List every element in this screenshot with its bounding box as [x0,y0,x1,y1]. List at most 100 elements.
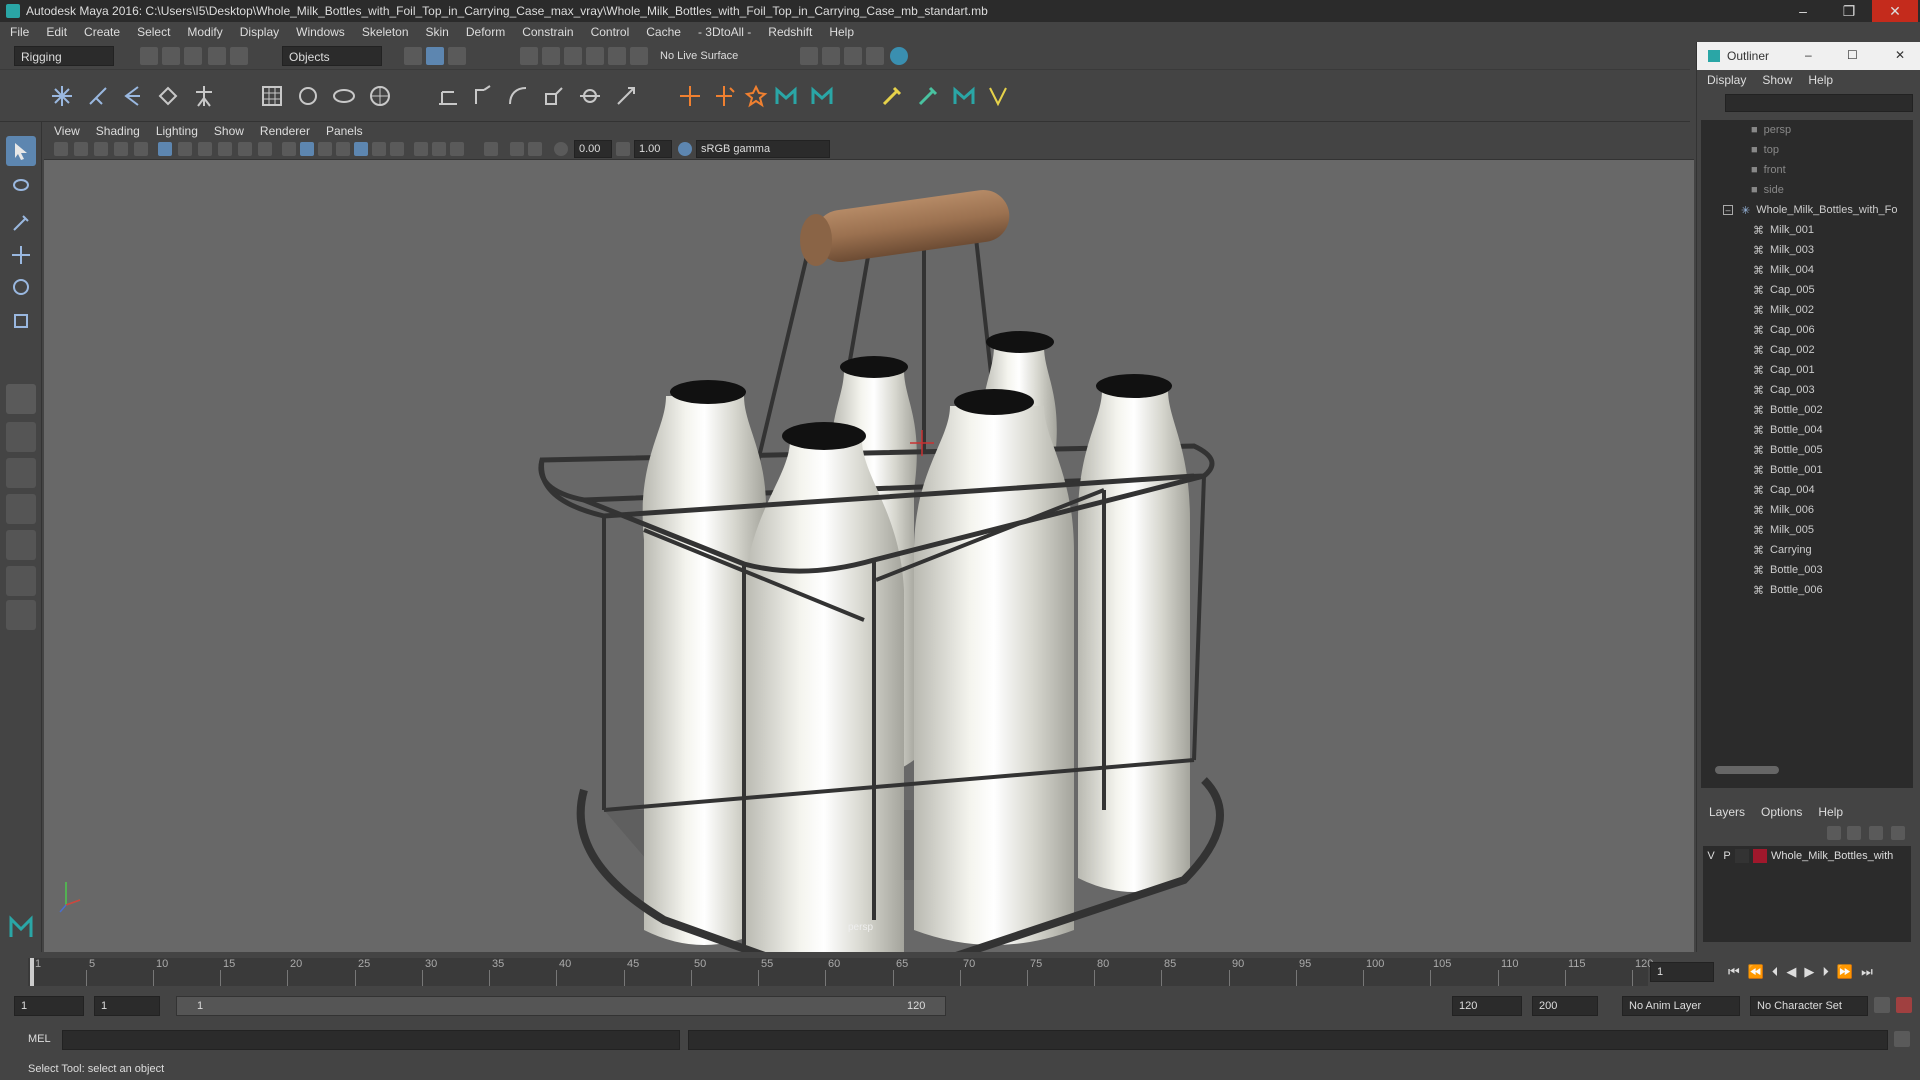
maya-m3-icon[interactable] [950,82,978,110]
outliner-tree[interactable]: ■ persp ■ top ■ front ■ side – ✳ Whole_Milk_Bo… [1701,120,1913,788]
gamma-icon[interactable] [528,142,542,156]
vp-menu-view[interactable]: View [54,124,80,138]
current-frame-field[interactable]: 1 [1650,962,1714,982]
paint-select-icon[interactable] [6,208,36,238]
open-scene-icon[interactable] [162,47,180,65]
gate-mask-icon[interactable] [218,142,232,156]
outliner-item[interactable]: ⌘ Cap_006 [1701,320,1909,340]
current-time-marker[interactable] [30,958,34,986]
auto-key-icon[interactable] [1874,997,1890,1013]
maya-m2-icon[interactable] [808,82,836,110]
select-by-object-icon[interactable] [426,47,444,65]
menu-cache[interactable]: Cache [646,25,681,39]
maximize-button[interactable]: ❐ [1826,0,1872,22]
camera-row[interactable]: ■ front [1701,160,1909,180]
outliner-search-input[interactable] [1725,94,1913,112]
select-tool-icon[interactable] [6,136,36,166]
group-row[interactable]: – ✳ Whole_Milk_Bottles_with_Fo [1701,200,1909,220]
outliner-hscrollbar[interactable] [1715,766,1779,774]
snap-point-icon[interactable] [564,47,582,65]
persp-uv-icon[interactable] [6,566,36,596]
resolution-gate-icon[interactable] [198,142,212,156]
menu-edit[interactable]: Edit [46,25,67,39]
rotate-tool-icon[interactable] [6,272,36,302]
menu-file[interactable]: File [10,25,29,39]
live-surface-label[interactable]: No Live Surface [660,50,738,62]
step-forward-key-icon[interactable]: ⏩ [1837,964,1853,980]
gamma-field[interactable]: 1.00 [634,140,672,158]
range-slider[interactable]: 1 120 [176,996,946,1016]
menu-select[interactable]: Select [137,25,170,39]
shadows-icon[interactable] [372,142,386,156]
v-tool-icon[interactable] [984,82,1012,110]
outliner-menu-show[interactable]: Show [1762,73,1792,87]
playback-start-field[interactable]: 1 [94,996,160,1016]
3d-scene[interactable]: persp [44,160,1694,952]
step-forward-frame-icon[interactable]: ⏵ [1822,964,1829,980]
constraint-pole-icon[interactable] [612,82,640,110]
script-editor-icon[interactable] [1894,1031,1910,1047]
new-layer-icon[interactable] [1869,826,1883,840]
outliner-item[interactable]: ⌘ Cap_005 [1701,280,1909,300]
exposure-reset-icon[interactable] [554,142,568,156]
scale-tool-icon[interactable] [6,306,36,336]
menu-skin[interactable]: Skin [426,25,449,39]
layer-type-box[interactable] [1735,849,1749,863]
outliner-item[interactable]: ⌘ Milk_003 [1701,240,1909,260]
time-slider[interactable]: 1 5 10 15 20 25 30 35 40 45 50 55 60 65 70 75 80 85 90 95 10… [0,952,1873,992]
layer-playback-toggle[interactable]: P [1719,850,1735,862]
constraint-orient-icon[interactable] [504,82,532,110]
outliner-item[interactable]: ⌘ Bottle_003 [1701,560,1909,580]
wire-icon[interactable] [330,82,358,110]
humanik-icon[interactable] [190,82,218,110]
outliner-item[interactable]: ⌘ Carrying [1701,540,1909,560]
lasso-tool-icon[interactable] [6,172,36,202]
constraint-aim-icon[interactable] [576,82,604,110]
paint-weights-icon[interactable] [878,82,906,110]
xray-joints-icon[interactable] [432,142,446,156]
layer-down-icon[interactable] [1847,826,1861,840]
wireframe-icon[interactable] [282,142,296,156]
color-mgmt-icon[interactable] [678,142,692,156]
menu-set-dropdown[interactable]: Rigging [14,46,114,66]
new-scene-icon[interactable] [140,47,158,65]
vp-menu-shading[interactable]: Shading [96,124,140,138]
select-by-hierarchy-icon[interactable] [404,47,422,65]
menu-3dtoall[interactable]: - 3DtoAll - [698,25,751,39]
move-tool-icon[interactable] [6,240,36,270]
constraint-parent-icon[interactable] [434,82,462,110]
close-button[interactable]: ✕ [1872,0,1918,22]
joint-tool-icon[interactable] [48,82,76,110]
mel-label[interactable]: MEL [28,1033,51,1045]
render-settings-icon[interactable] [844,47,862,65]
layers-menu-help[interactable]: Help [1818,805,1843,819]
menu-skeleton[interactable]: Skeleton [362,25,409,39]
isolate-icon[interactable] [484,142,498,156]
image-plane-icon[interactable] [114,142,128,156]
outliner-item[interactable]: ⌘ Milk_001 [1701,220,1909,240]
persp-outliner-icon[interactable] [6,458,36,488]
vp-menu-show[interactable]: Show [214,124,244,138]
constraint-scale-icon[interactable] [540,82,568,110]
menu-deform[interactable]: Deform [466,25,505,39]
snap-curve-icon[interactable] [542,47,560,65]
hypershade-icon[interactable] [866,47,884,65]
start-time-field[interactable]: 1 [14,996,84,1016]
outliner-item[interactable]: ⌘ Cap_003 [1701,380,1909,400]
exposure-field[interactable]: 0.00 [574,140,612,158]
camera-icon[interactable] [54,142,68,156]
textured-icon[interactable] [336,142,350,156]
four-view-icon[interactable] [6,422,36,452]
outliner-item[interactable]: ⌘ Cap_001 [1701,360,1909,380]
outliner-item[interactable]: ⌘ Milk_005 [1701,520,1909,540]
persp-graph-icon[interactable] [6,494,36,524]
save-scene-icon[interactable] [184,47,202,65]
outliner-menu-help[interactable]: Help [1808,73,1833,87]
backface-icon[interactable] [450,142,464,156]
step-back-key-icon[interactable]: ⏪ [1748,964,1764,980]
time-ruler[interactable]: 1 5 10 15 20 25 30 35 40 45 50 55 60 65 70 75 80 85 90 95 10… [28,958,1653,986]
film-gate-icon[interactable] [178,142,192,156]
outliner-menu-display[interactable]: Display [1707,73,1746,87]
menu-windows[interactable]: Windows [296,25,345,39]
step-back-frame-icon[interactable]: ⏴ [1772,964,1779,980]
